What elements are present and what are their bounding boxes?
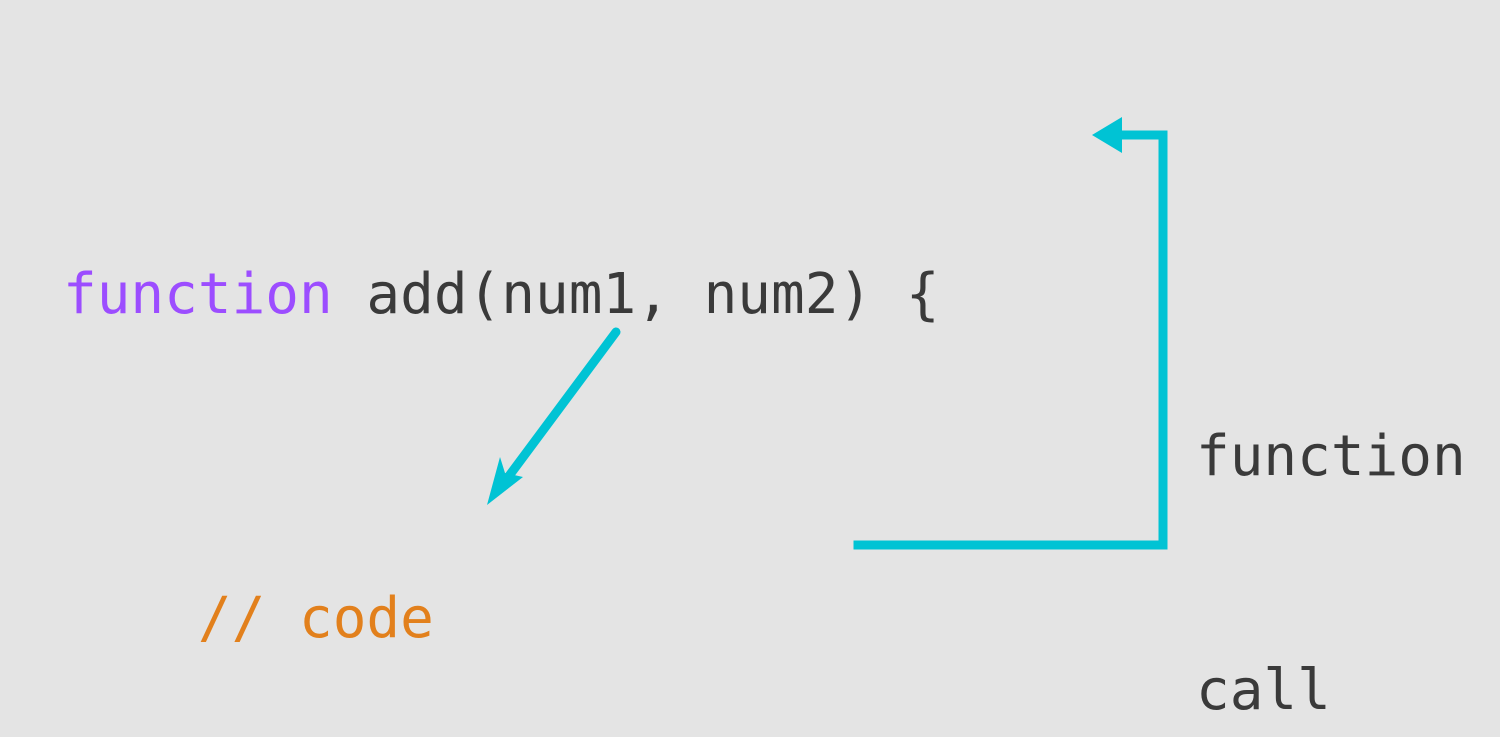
code-token-plain: add(num1, num2) {	[332, 262, 940, 327]
function-call-label: function call	[1196, 262, 1466, 737]
code-token-indent	[63, 586, 198, 651]
function-call-label-line2: call	[1196, 658, 1331, 723]
code-listing: function add(num1, num2) { // code retur…	[63, 92, 940, 737]
diagram-canvas: function add(num1, num2) { // code retur…	[0, 0, 1500, 737]
code-line: // code	[63, 578, 940, 659]
code-line: function add(num1, num2) {	[63, 254, 940, 335]
function-call-label-line1: function	[1196, 424, 1466, 489]
code-token-comment: // code	[197, 586, 434, 651]
code-token-keyword: function	[63, 262, 333, 327]
